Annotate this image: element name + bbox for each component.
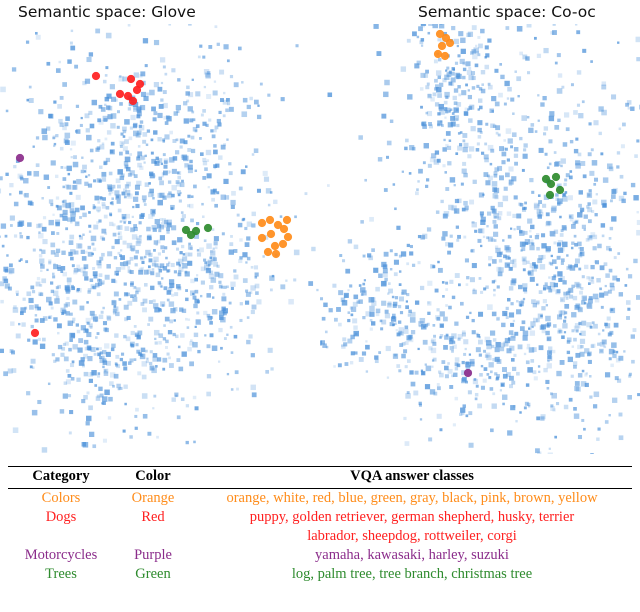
table-header-row: Category Color VQA answer classes	[8, 466, 632, 489]
highlight-series-colors	[257, 215, 293, 259]
cell-vqa-classes-continued: labrador, sheepdog, rottweiler, corgi	[307, 528, 517, 544]
cell-color-name: Red	[141, 509, 165, 525]
legend-table: Category Color VQA answer classes Colors…	[8, 466, 632, 584]
cell-color-name: Purple	[134, 547, 172, 563]
cell-empty	[8, 527, 114, 546]
cell-empty	[114, 527, 192, 546]
cell-vqa-classes: log, palm tree, tree branch, christmas t…	[291, 566, 533, 582]
highlight-series-motorcycles	[15, 153, 25, 163]
cell-vqa-classes: puppy, golden retriever, german shepherd…	[249, 509, 575, 525]
cell-category: Colors	[41, 490, 81, 506]
cell-category: Dogs	[45, 509, 77, 525]
header-category: Category	[32, 468, 90, 484]
background-points	[320, 24, 640, 454]
table-row: Colors Orange orange, white, red, blue, gr…	[8, 489, 632, 509]
scatter-plot-glove	[0, 24, 320, 454]
panel-title-glove: Semantic space: Glove	[18, 3, 196, 21]
highlight-series-motorcycles	[463, 368, 473, 378]
highlight-series-colors	[433, 29, 455, 61]
scatter-canvas	[320, 24, 640, 454]
header-vqa-classes: VQA answer classes	[350, 468, 474, 484]
cell-category: Motorcycles	[24, 547, 98, 563]
legend-table-container: Category Color VQA answer classes Colors…	[0, 466, 640, 584]
cell-vqa-classes: orange, white, red, blue, green, gray, b…	[226, 490, 598, 506]
legend-table-body: Colors Orange orange, white, red, blue, gr…	[8, 489, 632, 585]
cell-color-name: Orange	[131, 490, 175, 506]
figure-root: Semantic space: Glove Semantic space: Co…	[0, 0, 640, 612]
panel-title-cooccurrence: Semantic space: Co-oc	[418, 3, 596, 21]
cell-color-name: Green	[135, 566, 171, 582]
scatter-plot-cooccurrence	[320, 24, 640, 454]
cell-category: Trees	[45, 566, 77, 582]
table-row: Dogs Red puppy, golden retriever, german s…	[8, 508, 632, 527]
background-points	[0, 24, 319, 453]
table-row: Trees Green log, palm tree, tree branch, c…	[8, 565, 632, 584]
panel-glove: Semantic space: Glove	[0, 0, 320, 462]
cell-vqa-classes: yamaha, kawasaki, harley, suzuki	[315, 547, 509, 563]
panel-cooccurrence: Semantic space: Co-oc	[320, 0, 640, 462]
table-row-continuation: labrador, sheepdog, rottweiler, corgi	[8, 527, 632, 546]
scatter-canvas	[0, 24, 319, 453]
table-row: Motorcycles Purple yamaha, kawasaki, harle…	[8, 546, 632, 565]
header-color: Color	[135, 468, 171, 484]
